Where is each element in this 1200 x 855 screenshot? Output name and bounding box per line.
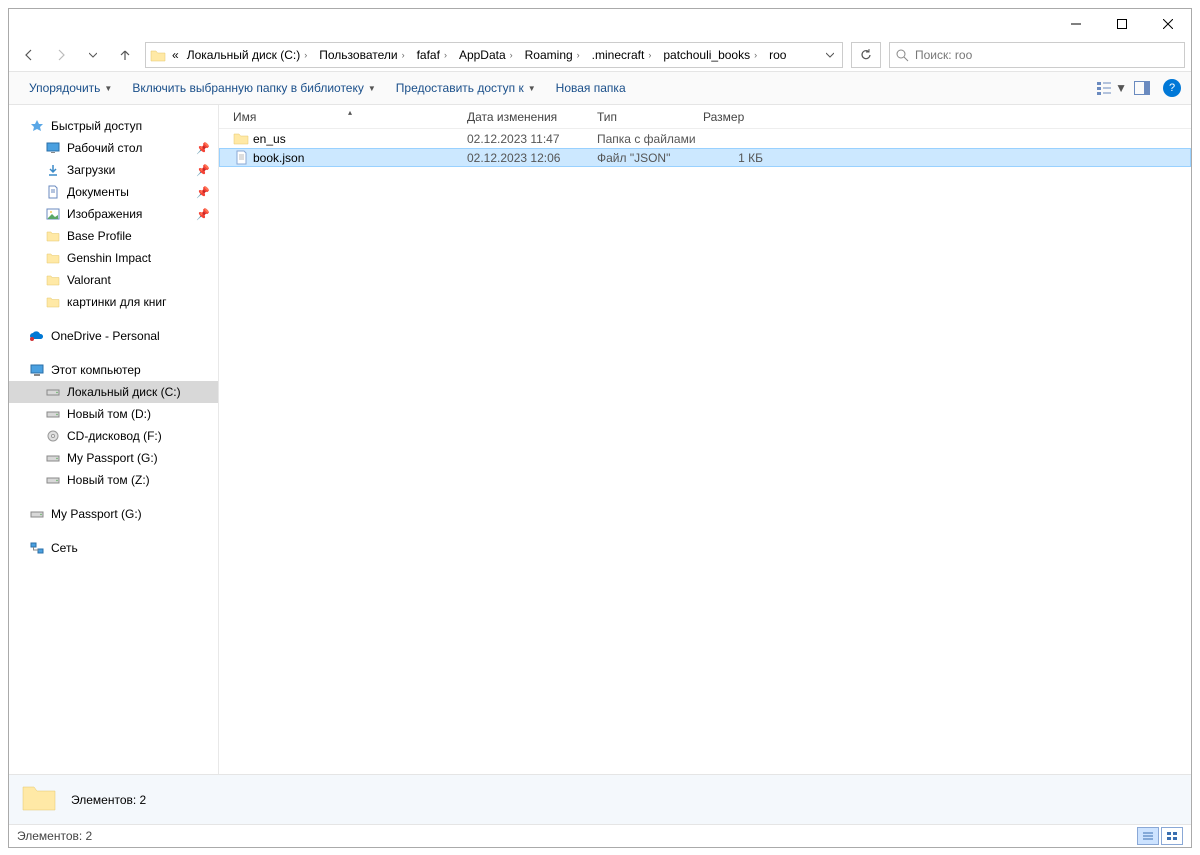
pc-icon	[29, 362, 45, 378]
minimize-button[interactable]	[1053, 9, 1099, 39]
navigation-pane: Быстрый доступ Рабочий стол📌 Загрузки📌 Д…	[9, 105, 219, 774]
drive-icon	[29, 506, 45, 522]
organize-button[interactable]: Упорядочить▼	[19, 74, 122, 102]
breadcrumb-item[interactable]: fafaf›	[413, 43, 455, 67]
folder-icon	[21, 782, 57, 818]
folder-icon	[45, 294, 61, 310]
nav-drive-f[interactable]: CD-дисковод (F:)	[9, 425, 218, 447]
nav-thispc[interactable]: Этот компьютер	[9, 359, 218, 381]
command-bar: Упорядочить▼ Включить выбранную папку в …	[9, 71, 1191, 105]
icons-view-button[interactable]	[1161, 827, 1183, 845]
picture-icon	[45, 206, 61, 222]
view-options-button[interactable]: ▼	[1097, 74, 1127, 102]
desktop-icon	[45, 140, 61, 156]
file-list: ▴Имя Дата изменения Тип Размер en_us 02.…	[219, 105, 1191, 774]
file-row[interactable]: en_us 02.12.2023 11:47 Папка с файлами	[219, 129, 1191, 148]
maximize-button[interactable]	[1099, 9, 1145, 39]
recent-dropdown[interactable]	[79, 41, 107, 69]
drive-icon	[45, 406, 61, 422]
quick-access[interactable]: Быстрый доступ	[9, 115, 218, 137]
nav-pictures[interactable]: Изображения📌	[9, 203, 218, 225]
status-bar: Элементов: 2	[9, 824, 1191, 847]
refresh-button[interactable]	[851, 42, 881, 68]
folder-icon	[233, 131, 249, 147]
nav-extdrive[interactable]: My Passport (G:)	[9, 503, 218, 525]
nav-drive-c[interactable]: Локальный диск (C:)	[9, 381, 218, 403]
nav-drive-g[interactable]: My Passport (G:)	[9, 447, 218, 469]
file-icon	[233, 150, 249, 166]
nav-drive-d[interactable]: Новый том (D:)	[9, 403, 218, 425]
download-icon	[45, 162, 61, 178]
new-folder-button[interactable]: Новая папка	[546, 74, 636, 102]
disc-icon	[45, 428, 61, 444]
column-type[interactable]: Тип	[597, 110, 703, 124]
path-dropdown[interactable]	[820, 43, 840, 67]
nav-folder[interactable]: картинки для книг	[9, 291, 218, 313]
nav-downloads[interactable]: Загрузки📌	[9, 159, 218, 181]
document-icon	[45, 184, 61, 200]
drive-icon	[45, 472, 61, 488]
breadcrumb-item[interactable]: Roaming›	[521, 43, 588, 67]
breadcrumb-item[interactable]: patchouli_books›	[659, 43, 765, 67]
drive-icon	[45, 450, 61, 466]
network-icon	[29, 540, 45, 556]
help-button[interactable]: ?	[1163, 79, 1181, 97]
cloud-icon	[29, 328, 45, 344]
folder-icon	[45, 250, 61, 266]
forward-button[interactable]	[47, 41, 75, 69]
nav-documents[interactable]: Документы📌	[9, 181, 218, 203]
pin-icon: 📌	[196, 208, 210, 221]
status-count: Элементов: 2	[17, 829, 92, 843]
item-count: Элементов: 2	[71, 793, 146, 807]
breadcrumb-overflow[interactable]: «	[168, 43, 183, 67]
nav-onedrive[interactable]: OneDrive - Personal	[9, 325, 218, 347]
nav-network[interactable]: Сеть	[9, 537, 218, 559]
search-icon	[896, 49, 909, 62]
folder-icon	[45, 228, 61, 244]
search-placeholder: Поиск: roo	[915, 48, 972, 62]
folder-icon	[148, 45, 168, 65]
up-button[interactable]	[111, 41, 139, 69]
pin-icon: 📌	[196, 186, 210, 199]
column-size[interactable]: Размер	[703, 110, 769, 124]
breadcrumb-item[interactable]: AppData›	[455, 43, 521, 67]
nav-folder[interactable]: Valorant	[9, 269, 218, 291]
pin-icon: 📌	[196, 164, 210, 177]
titlebar	[9, 9, 1191, 39]
pin-icon: 📌	[196, 142, 210, 155]
search-input[interactable]: Поиск: roo	[889, 42, 1185, 68]
folder-icon	[45, 272, 61, 288]
details-view-button[interactable]	[1137, 827, 1159, 845]
close-button[interactable]	[1145, 9, 1191, 39]
breadcrumb-path[interactable]: « Локальный диск (C:)› Пользователи› faf…	[145, 42, 843, 68]
sort-up-icon: ▴	[348, 108, 352, 117]
breadcrumb-item[interactable]: roo	[765, 43, 790, 67]
details-pane: Элементов: 2	[9, 774, 1191, 824]
file-row[interactable]: book.json 02.12.2023 12:06 Файл "JSON" 1…	[219, 148, 1191, 167]
share-button[interactable]: Предоставить доступ к▼	[386, 74, 546, 102]
nav-folder[interactable]: Genshin Impact	[9, 247, 218, 269]
nav-folder[interactable]: Base Profile	[9, 225, 218, 247]
back-button[interactable]	[15, 41, 43, 69]
column-date[interactable]: Дата изменения	[467, 110, 597, 124]
nav-desktop[interactable]: Рабочий стол📌	[9, 137, 218, 159]
drive-icon	[45, 384, 61, 400]
breadcrumb-item[interactable]: .minecraft›	[588, 43, 660, 67]
include-library-button[interactable]: Включить выбранную папку в библиотеку▼	[122, 74, 385, 102]
address-bar: « Локальный диск (C:)› Пользователи› faf…	[9, 39, 1191, 71]
breadcrumb-item[interactable]: Пользователи›	[315, 43, 412, 67]
column-headers: ▴Имя Дата изменения Тип Размер	[219, 105, 1191, 129]
column-name[interactable]: ▴Имя	[233, 110, 467, 124]
preview-pane-button[interactable]	[1127, 74, 1157, 102]
nav-drive-z[interactable]: Новый том (Z:)	[9, 469, 218, 491]
star-icon	[29, 118, 45, 134]
breadcrumb-item[interactable]: Локальный диск (C:)›	[183, 43, 316, 67]
